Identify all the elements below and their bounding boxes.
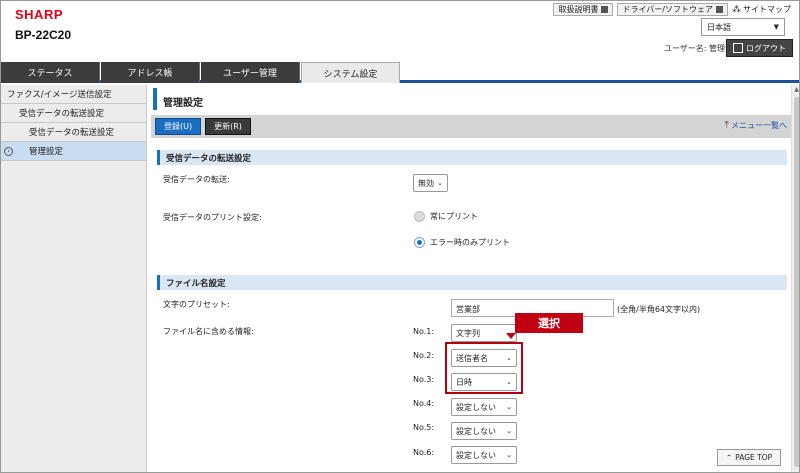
tab-address-book[interactable]: アドレス帳 xyxy=(101,62,200,83)
brand-logo: SHARP xyxy=(15,7,64,22)
sitemap-link[interactable]: ⁂ サイトマップ xyxy=(732,4,791,15)
include-info-label: ファイル名に含める情報: xyxy=(163,327,254,336)
chevron-down-icon: ⌄ xyxy=(437,179,443,187)
tab-system-settings[interactable]: システム設定 xyxy=(301,62,400,83)
scroll-up-icon[interactable]: ▲ xyxy=(792,85,799,95)
slot-no-label: No.2: xyxy=(413,351,435,360)
chevron-down-icon: ⌄ xyxy=(506,451,512,459)
manual-link[interactable]: 取扱説明書 xyxy=(553,3,614,16)
chevron-down-icon: ▼ xyxy=(773,23,779,31)
external-link-icon xyxy=(716,6,723,13)
driver-software-link[interactable]: ドライバー/ソフトウェア xyxy=(617,3,728,16)
sidebar: ファクス/イメージ送信設定 受信データの転送設定 受信データの転送設定 › 管理設… xyxy=(1,85,147,472)
transfer-select[interactable]: 無効 ⌄ xyxy=(413,174,448,192)
update-button[interactable]: 更新(R) xyxy=(205,118,251,135)
slot-4-select[interactable]: 設定しない ⌄ xyxy=(451,398,517,416)
logout-button[interactable]: ログアウト xyxy=(726,39,793,57)
sidebar-item-fax-image-send[interactable]: ファクス/イメージ送信設定 xyxy=(1,85,146,104)
main-tabs: ステータス アドレス帳 ユーザー管理 システム設定 xyxy=(1,62,799,83)
slot-no-label: No.1: xyxy=(413,327,435,336)
slot-no-label: No.5: xyxy=(413,423,435,432)
tab-user-management[interactable]: ユーザー管理 xyxy=(201,62,300,83)
callout-pointer xyxy=(506,333,516,339)
slot-no-label: No.4: xyxy=(413,399,435,408)
sidebar-item-admin-settings[interactable]: › 管理設定 xyxy=(1,142,146,161)
chevron-down-icon: ⌄ xyxy=(506,403,512,411)
preset-note: (全角/半角64文字以内) xyxy=(617,305,701,314)
scrollbar[interactable]: ▲ xyxy=(791,85,799,472)
external-link-icon xyxy=(601,6,609,13)
slot-no-label: No.6: xyxy=(413,448,435,457)
slot-6-select[interactable]: 設定しない ⌄ xyxy=(451,446,517,464)
register-button[interactable]: 登録(U) xyxy=(155,118,202,135)
tab-status[interactable]: ステータス xyxy=(1,62,100,83)
radio-always-print[interactable]: 常にプリント xyxy=(414,211,478,222)
scroll-thumb[interactable] xyxy=(794,97,799,467)
chevron-down-icon: ⌄ xyxy=(506,427,512,435)
preset-label: 文字のプリセット: xyxy=(163,300,230,309)
radio-icon xyxy=(414,211,425,222)
window: SHARP BP-22C20 取扱説明書 ドライバー/ソフトウェア ⁂ サイトマッ… xyxy=(0,0,800,473)
chevron-up-icon: ⌃ xyxy=(725,453,733,462)
section-file-name: ファイル名設定 xyxy=(157,275,787,290)
back-to-top-icon: ⤒ xyxy=(724,120,729,131)
sidebar-item-inbound-routing[interactable]: 受信データの転送設定 xyxy=(1,104,146,123)
slot-5-select[interactable]: 設定しない ⌄ xyxy=(451,422,517,440)
sitemap-icon: ⁂ xyxy=(732,4,741,15)
page-top-button[interactable]: ⌃ PAGE TOP xyxy=(717,449,781,466)
radio-print-on-error[interactable]: エラー時のみプリント xyxy=(414,237,510,248)
top-links: 取扱説明書 ドライバー/ソフトウェア ⁂ サイトマップ xyxy=(553,3,791,16)
language-select[interactable]: 日本語 ▼ xyxy=(701,18,785,36)
sidebar-item-inbound-routing-sub[interactable]: 受信データの転送設定 xyxy=(1,123,146,142)
print-setting-label: 受信データのプリント設定: xyxy=(163,213,262,222)
user-name: ユーザー名: 管理者 xyxy=(663,44,733,53)
main-content: 管理設定 登録(U) 更新(R) ⤒ メニュー一覧へ 受信データの転送設定 受信デ… xyxy=(151,85,791,472)
page-title: 管理設定 xyxy=(153,88,789,110)
menu-list-link[interactable]: ⤒ メニュー一覧へ xyxy=(725,120,787,131)
model-name: BP-22C20 xyxy=(15,28,72,42)
toolbar: 登録(U) 更新(R) ⤒ メニュー一覧へ xyxy=(151,115,791,138)
callout-label: 選択 xyxy=(515,313,583,333)
section-inbound-routing: 受信データの転送設定 xyxy=(157,150,787,165)
slot-no-label: No.3: xyxy=(413,375,435,384)
logout-icon xyxy=(733,43,743,53)
chevron-right-icon: › xyxy=(4,147,13,156)
transfer-label: 受信データの転送: xyxy=(163,175,230,184)
highlight-box xyxy=(445,342,523,394)
radio-selected-icon xyxy=(414,237,425,248)
